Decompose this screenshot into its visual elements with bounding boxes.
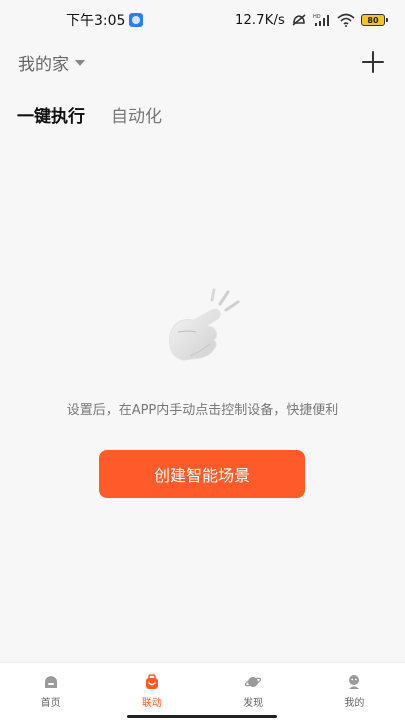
screen: 下午3:05 12.7K/s HD 80 我的家 一键执行 自动化 设置后，在A…	[0, 0, 405, 720]
nav-home[interactable]: 首页	[0, 663, 101, 720]
app-notification-icon	[129, 13, 144, 27]
tap-hand-icon	[169, 288, 240, 361]
caret-down-icon	[75, 60, 85, 66]
nav-linkage[interactable]: 联动	[101, 663, 202, 720]
scene-tabs: 一键执行 自动化	[17, 102, 162, 127]
home-selector[interactable]: 我的家	[18, 50, 85, 75]
linkage-icon	[145, 674, 158, 689]
bottom-nav: 首页 联动 发现 我的	[0, 662, 405, 720]
nav-profile-label: 我的	[344, 698, 365, 709]
nav-linkage-label: 联动	[141, 698, 162, 709]
tab-one-tap[interactable]: 一键执行	[17, 102, 85, 127]
status-left: 下午3:05	[66, 10, 144, 30]
header: 我的家	[0, 40, 405, 84]
home-indicator	[127, 715, 277, 718]
mute-alarm-icon	[292, 14, 306, 26]
add-scene-button[interactable]	[361, 50, 385, 74]
nav-profile[interactable]: 我的	[304, 663, 405, 720]
status-right: 12.7K/s HD 80	[234, 12, 388, 28]
tab-automation[interactable]: 自动化	[111, 102, 162, 127]
nav-discover[interactable]: 发现	[203, 663, 304, 720]
profile-icon	[349, 675, 360, 689]
hd-badge: HD	[313, 14, 321, 20]
battery-icon: 80	[361, 14, 388, 26]
nav-discover-label: 发现	[243, 698, 264, 709]
home-icon	[44, 676, 57, 688]
network-speed: 12.7K/s	[234, 12, 285, 28]
nav-home-label: 首页	[40, 698, 61, 709]
battery-level: 80	[367, 15, 379, 25]
wifi-icon	[337, 13, 355, 27]
signal-icon: HD	[313, 14, 329, 26]
create-smart-scene-button[interactable]: 创建智能场景	[99, 450, 305, 498]
home-name: 我的家	[18, 54, 69, 75]
status-time: 下午3:05	[66, 13, 126, 29]
empty-state-message: 设置后，在APP内手动点击控制设备，快捷便利	[66, 403, 339, 418]
status-bar: 下午3:05 12.7K/s HD 80	[0, 0, 405, 40]
planet-icon	[245, 677, 262, 687]
